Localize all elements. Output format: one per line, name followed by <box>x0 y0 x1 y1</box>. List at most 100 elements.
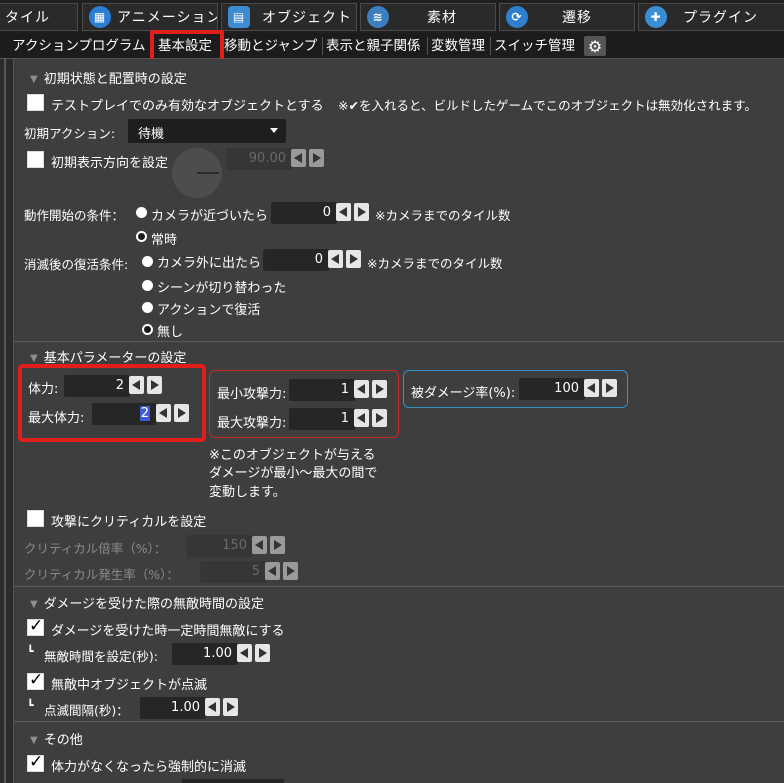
blink-checkbox[interactable] <box>27 670 44 690</box>
force-vanish-checkbox[interactable] <box>27 752 44 772</box>
critical-rate-field[interactable]: 5 <box>200 561 266 583</box>
arrow-right-icon[interactable] <box>309 149 324 167</box>
camera-near-stepper[interactable] <box>336 203 369 223</box>
initial-action-label: 初期アクション: <box>24 126 116 141</box>
action-revive-label: アクションで復活 <box>157 303 261 318</box>
chevron-down-icon <box>270 128 278 133</box>
tab-display-parent[interactable]: 表示と親子関係 <box>326 33 421 59</box>
tab-move-jump[interactable]: 移動とジャンプ <box>224 33 317 59</box>
tab-animation[interactable]: ▦ アニメーション <box>82 3 218 31</box>
critical-mult-field[interactable]: 150 <box>187 535 253 557</box>
camera-tiles-note: ※カメラまでのタイル数 <box>375 208 511 223</box>
max-attack-field[interactable]: 1 <box>289 408 355 430</box>
arrow-left-icon[interactable] <box>584 379 599 397</box>
collapse-triangle-icon: ▼ <box>30 599 38 610</box>
critical-mult-stepper[interactable] <box>252 536 285 556</box>
arrow-right-icon[interactable] <box>354 203 369 221</box>
camera-out-label: カメラ外に出たら <box>157 256 262 271</box>
critical-checkbox[interactable] <box>27 510 44 527</box>
max-hp-stepper[interactable] <box>156 404 189 424</box>
invincible-time-stepper[interactable] <box>237 644 270 664</box>
arrow-right-icon[interactable] <box>174 404 189 422</box>
initial-direction-checkbox[interactable] <box>27 151 44 168</box>
always-label: 常時 <box>151 233 178 248</box>
arrow-right-icon[interactable] <box>270 536 285 554</box>
camera-near-radio[interactable] <box>136 207 147 218</box>
tab-switch-manage[interactable]: スイッチ管理 <box>494 33 575 59</box>
arrow-left-icon[interactable] <box>336 203 351 221</box>
initial-direction-field[interactable]: 90.00 <box>226 148 292 170</box>
arrow-right-icon[interactable] <box>602 379 617 397</box>
damage-note-line-1: ※このオブジェクトが与える <box>209 448 376 463</box>
blink-interval-field[interactable]: 1.00 <box>140 697 206 719</box>
scene-switch-radio[interactable] <box>142 280 153 291</box>
initial-action-dropdown[interactable]: 待機 <box>128 119 286 143</box>
max-attack-stepper[interactable] <box>354 409 387 429</box>
section-header-initial[interactable]: ▼ 初期状態と配置時の設定 <box>30 68 187 87</box>
arrow-left-icon[interactable] <box>252 536 267 554</box>
invincible-time-field[interactable]: 1.00 <box>172 643 238 665</box>
section-divider <box>14 721 784 722</box>
camera-near-field[interactable]: 0 <box>271 202 337 224</box>
hp-stepper[interactable] <box>129 376 162 396</box>
initial-direction-label: 初期表示方向を設定 <box>51 156 169 171</box>
tab-object[interactable]: ▤ オブジェクト <box>221 3 357 31</box>
tab-variable-manage[interactable]: 変数管理 <box>431 33 485 59</box>
testplay-note: ※✔を入れると、ビルドしたゲームでこのオブジェクトは無効化されます。 <box>338 98 757 113</box>
arrow-right-icon[interactable] <box>147 376 162 394</box>
arrow-right-icon[interactable] <box>255 644 270 662</box>
arrow-left-icon[interactable] <box>205 698 220 716</box>
min-attack-field[interactable]: 1 <box>289 379 355 401</box>
hp-field[interactable]: 2 <box>64 375 130 397</box>
min-attack-stepper[interactable] <box>354 380 387 400</box>
tab-material[interactable]: ≋ 素材 <box>360 3 496 31</box>
gutter-line <box>4 59 6 783</box>
arrow-right-icon[interactable] <box>223 698 238 716</box>
camera-out-stepper[interactable] <box>328 250 361 270</box>
damage-rate-stepper[interactable] <box>584 379 617 399</box>
camera-out-field[interactable]: 0 <box>263 249 329 271</box>
critical-mult-label: クリティカル倍率（%）： <box>24 541 167 556</box>
arrow-right-icon[interactable] <box>372 409 387 427</box>
cut-off-field[interactable] <box>182 779 284 783</box>
blink-interval-label: 点滅間隔(秒)： <box>44 703 129 718</box>
none-radio[interactable] <box>142 324 153 335</box>
sub-indent-icon: ┗ <box>27 645 34 658</box>
tab-action-program[interactable]: アクションプログラム <box>12 33 146 59</box>
damage-rate-field[interactable]: 100 <box>519 378 585 400</box>
action-revive-radio[interactable] <box>142 302 153 313</box>
testplay-only-label: テストプレイでのみ有効なオブジェクトとする <box>51 99 324 114</box>
damage-rate-label: 被ダメージ率(%): <box>411 386 516 401</box>
section-header-invincible[interactable]: ▼ ダメージを受けた際の無敵時間の設定 <box>30 593 264 612</box>
section-header-other[interactable]: ▼ その他 <box>30 729 83 748</box>
invincible-checkbox[interactable] <box>27 616 44 636</box>
max-hp-field[interactable]: 2 <box>92 403 156 425</box>
tab-transition[interactable]: ⟳ 遷移 <box>499 3 635 31</box>
always-radio[interactable] <box>136 231 147 242</box>
arrow-left-icon[interactable] <box>237 644 252 662</box>
arrow-left-icon[interactable] <box>328 250 343 268</box>
arrow-right-icon[interactable] <box>346 250 361 268</box>
blink-interval-stepper[interactable] <box>205 698 238 718</box>
max-hp-label: 最大体力: <box>28 411 85 426</box>
gear-icon[interactable]: ⚙ <box>584 36 606 56</box>
direction-dial[interactable] <box>172 148 222 198</box>
initial-direction-stepper[interactable] <box>291 149 324 169</box>
arrow-left-icon[interactable] <box>291 149 306 167</box>
arrow-left-icon[interactable] <box>129 376 144 394</box>
arrow-left-icon[interactable] <box>354 380 369 398</box>
arrow-right-icon[interactable] <box>283 562 298 580</box>
tab-plugin[interactable]: ✚ プラグイン <box>638 3 784 31</box>
critical-rate-stepper[interactable] <box>265 562 298 582</box>
arrow-left-icon[interactable] <box>156 404 171 422</box>
transition-icon: ⟳ <box>506 6 528 28</box>
arrow-right-icon[interactable] <box>372 380 387 398</box>
arrow-left-icon[interactable] <box>265 562 280 580</box>
max-attack-label: 最大攻撃力: <box>217 416 287 431</box>
camera-out-radio[interactable] <box>142 256 153 267</box>
arrow-left-icon[interactable] <box>354 409 369 427</box>
tab-separator <box>427 37 428 55</box>
sub-indent-icon: ┗ <box>27 699 34 712</box>
testplay-only-checkbox[interactable] <box>27 94 44 111</box>
tab-tile[interactable]: タイル <box>0 3 78 31</box>
